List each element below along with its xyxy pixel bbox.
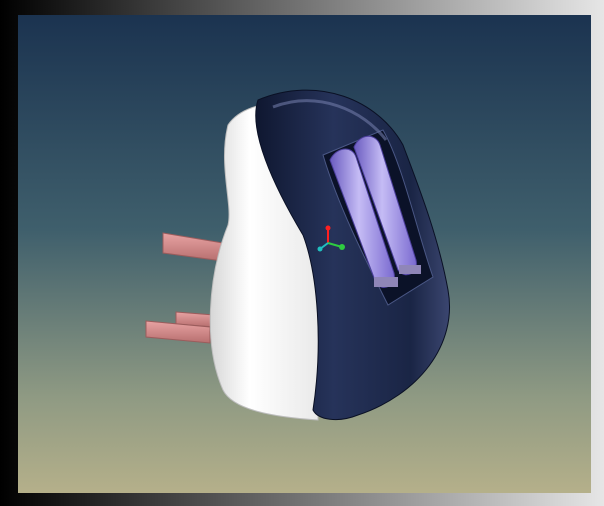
3d-viewport[interactable]	[18, 15, 591, 493]
charger-model	[145, 89, 450, 421]
battery-contact	[374, 277, 398, 287]
battery-contact	[399, 265, 421, 274]
window-frame	[0, 0, 604, 506]
plug-pin	[162, 232, 224, 262]
